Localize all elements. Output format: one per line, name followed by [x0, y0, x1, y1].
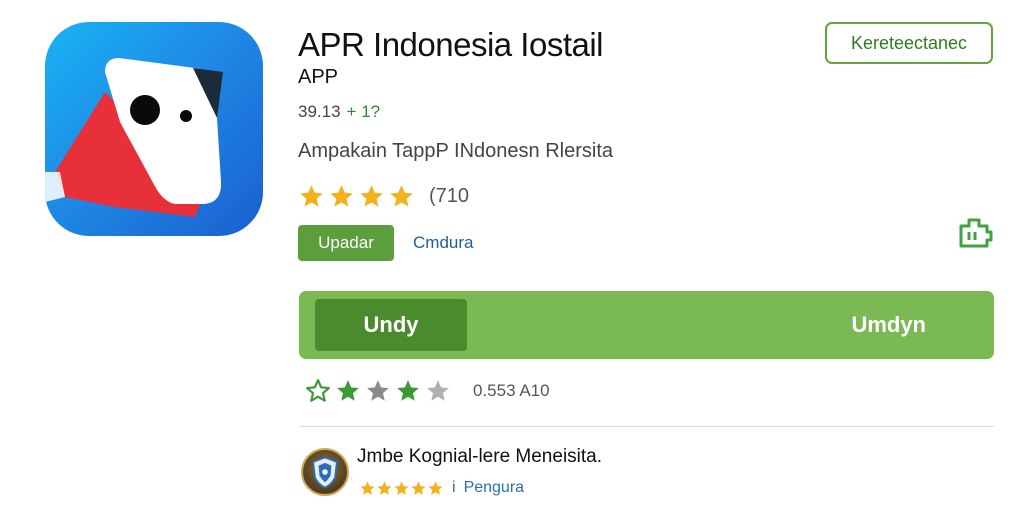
divider: [299, 426, 994, 427]
update-badge[interactable]: Upadar: [298, 225, 394, 261]
star-icon: [330, 184, 353, 207]
version-delta: + 1?: [346, 102, 381, 121]
stats-stars: [305, 378, 451, 404]
progress-fill-button[interactable]: Undy: [315, 299, 467, 351]
version-line: 39.13 + 1?: [298, 102, 380, 122]
developer-name[interactable]: Jmbe Kognial-lere Meneisita.: [357, 446, 602, 468]
star-icon: [397, 380, 419, 401]
star-icon: [377, 480, 392, 495]
star-icon: [390, 184, 413, 207]
developer-separator: i: [452, 479, 456, 496]
download-count: 0.553 A10: [473, 381, 550, 400]
star-icon: [360, 480, 375, 495]
install-device-icon[interactable]: [955, 212, 995, 252]
app-description: Ampakain TappP INdonesn Rlersita: [298, 140, 613, 162]
install-progress-bar[interactable]: Undy Umdyn: [299, 291, 994, 359]
header-badge-button[interactable]: Kereteectanec: [825, 22, 993, 64]
stats-row: 0.553 A10: [305, 376, 550, 406]
developer-stars: [359, 480, 444, 497]
progress-right-label: Umdyn: [851, 312, 926, 337]
app-title: APR Indonesia Iostail: [298, 26, 604, 63]
rating-stars: [298, 183, 415, 210]
developer-rating-row: i Pengura: [359, 477, 524, 499]
star-icon: [394, 480, 409, 495]
star-icon: [411, 480, 426, 495]
version-number: 39.13: [298, 102, 341, 121]
app-logo-icon: [45, 22, 263, 236]
star-icon: [300, 184, 323, 207]
rating-count: (710: [429, 184, 470, 207]
star-icon: [367, 380, 389, 401]
shield-avatar-icon[interactable]: [301, 448, 349, 496]
star-icon: [360, 184, 383, 207]
star-icon: [428, 480, 443, 495]
developer-link[interactable]: Pengura: [464, 479, 525, 497]
star-outline-icon: [306, 379, 330, 402]
app-subtitle: APP: [298, 66, 339, 88]
star-icon: [337, 380, 359, 401]
star-icon: [427, 380, 449, 401]
rating-row: (710: [298, 180, 469, 212]
category-link[interactable]: Cmdura: [413, 233, 473, 253]
